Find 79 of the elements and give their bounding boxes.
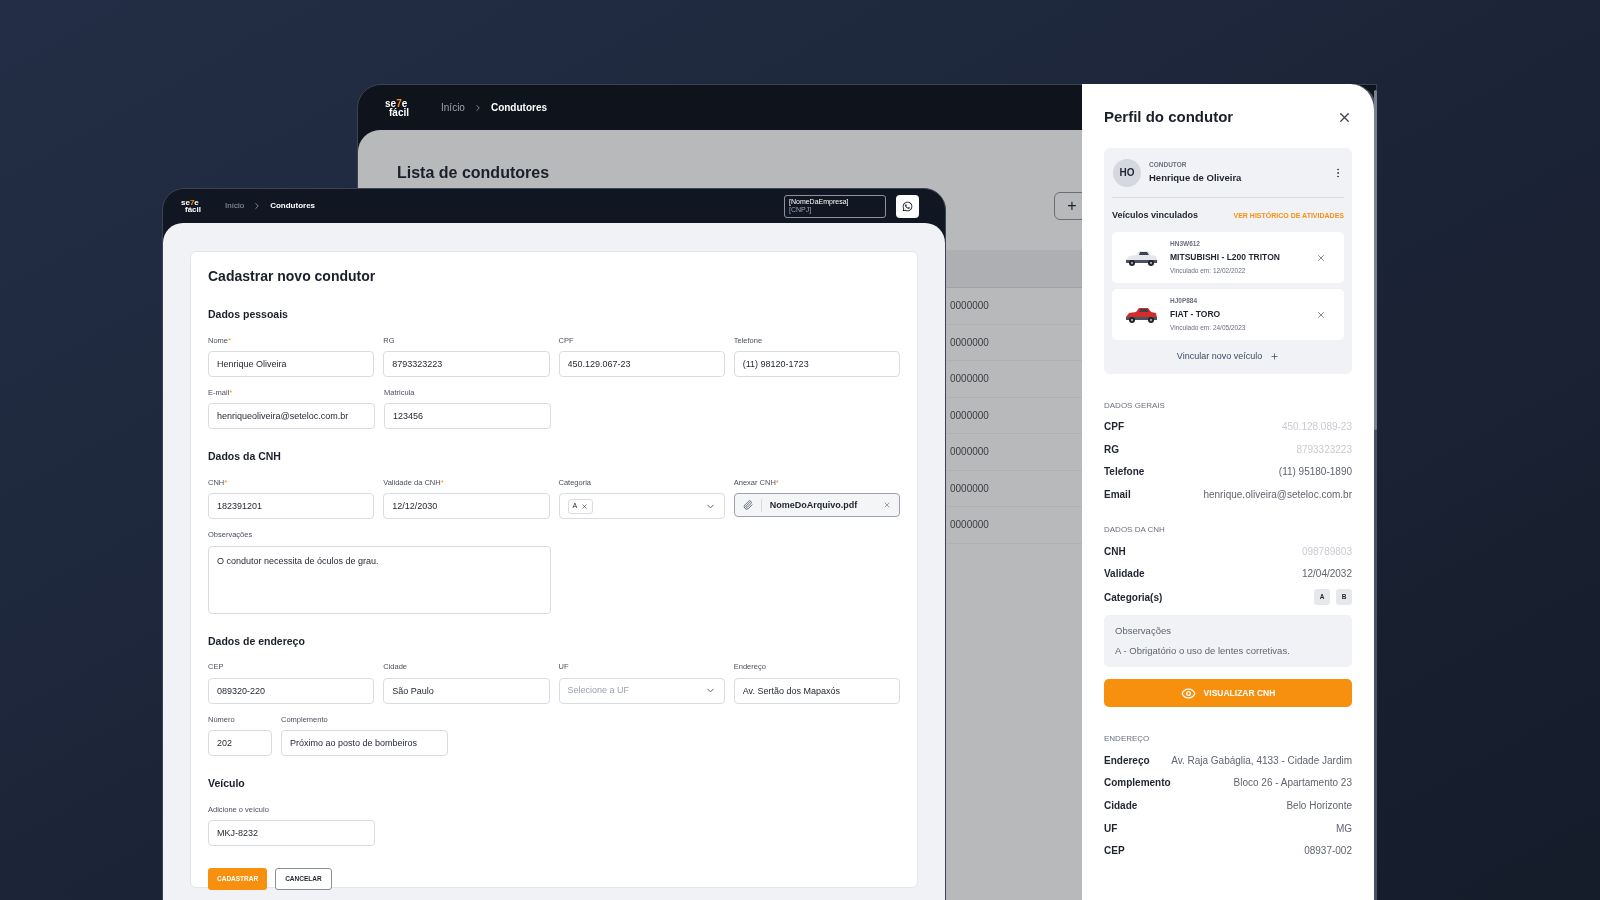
table-cell-text: 0000000 [950, 481, 989, 496]
input-field[interactable]: 089320-220 [208, 677, 375, 704]
link-vehicle-button[interactable]: Vincular novo veículo [1176, 350, 1280, 364]
info-label: UF [1104, 821, 1118, 836]
info-label: Telefone [1104, 465, 1145, 480]
breadcrumb-link[interactable]: Início [441, 100, 465, 115]
section-title: Dados pessoais [208, 307, 289, 322]
eye-icon [1180, 685, 1196, 701]
info-label: CNH [1104, 544, 1126, 559]
info-label: CPF [1104, 420, 1124, 435]
drawer-title: Perfil do condutor [1104, 106, 1234, 127]
whatsapp-button[interactable] [896, 194, 919, 218]
input-field[interactable]: Henrique Oliveira [208, 351, 375, 377]
input-field[interactable]: MKJ-8232 [208, 819, 375, 846]
info-value: 12/04/2032 [1301, 567, 1352, 582]
dropdown-placeholder: Selecione a UF [567, 683, 631, 697]
info-label: Categoria(s) [1104, 590, 1163, 605]
section-title: Veículo [208, 775, 246, 791]
vehicles-title: Veículos vinculados [1112, 209, 1199, 223]
avatar: HO [1113, 158, 1141, 187]
form-title: Cadastrar novo condutor [208, 267, 377, 286]
scrollbar[interactable] [1374, 90, 1377, 430]
table-cell-text: 0000000 [950, 518, 989, 533]
breadcrumb-link[interactable]: Condutores [270, 200, 316, 212]
logo: se7e fácil [181, 198, 201, 214]
info-label: CEP [1104, 844, 1125, 859]
table-cell-text: 0000000 [950, 408, 989, 423]
info-label: Endereço [1104, 753, 1150, 768]
plus-icon [1270, 352, 1280, 362]
file-field[interactable]: NomeDoArquivo.pdf [733, 493, 900, 518]
table-cell-text: 0000000 [950, 372, 989, 387]
section-heading: ENDEREÇO [1104, 733, 1151, 746]
input-field[interactable]: São Paulo [383, 677, 550, 704]
file-name: NomeDoArquivo.pdf [760, 498, 875, 512]
info-value: Bloco 26 - Apartamento 23 [1233, 776, 1352, 791]
input-field[interactable]: (11) 98120-1723 [733, 351, 900, 377]
vehicle-model: FIAT - TORO [1170, 308, 1222, 321]
breadcrumb-link[interactable]: Início [225, 200, 245, 212]
info-label: Cidade [1104, 799, 1138, 814]
input-field[interactable]: henriqueoliveira@seteloc.com.br [208, 403, 375, 430]
section-title: Dados de endereço [208, 633, 306, 649]
whatsapp-icon [902, 200, 913, 212]
input-field[interactable]: 202 [208, 729, 272, 756]
remove-icon[interactable] [581, 502, 589, 510]
logo: se7e fácil [385, 98, 409, 117]
section-heading: DADOS DA CNH [1104, 523, 1166, 536]
info-value: MG [1335, 821, 1352, 836]
input-field[interactable]: 123456 [384, 403, 551, 430]
remove-icon[interactable] [883, 501, 891, 510]
info-label: Complemento [1104, 776, 1171, 791]
input-field[interactable]: Próximo ao posto de bombeiros [281, 729, 448, 756]
info-value: Av. Raja Gabáglia, 4133 - Cidade Jardim [1171, 753, 1352, 768]
remove-icon[interactable] [1316, 252, 1326, 263]
info-value: Belo Horizonte [1286, 799, 1352, 814]
remove-icon[interactable] [1316, 309, 1326, 320]
input-field[interactable]: 450.129.067-23 [558, 351, 725, 377]
page-title: Lista de condutores [397, 163, 550, 183]
table-cell-text: 0000000 [950, 445, 989, 460]
input-field[interactable]: Av. Sertão dos Mapaxós [733, 677, 900, 704]
input-field[interactable]: 182391201 [208, 493, 375, 520]
breadcrumb-link[interactable]: Condutores [490, 100, 548, 115]
info-value: 08937-002 [1304, 844, 1352, 859]
input-field[interactable]: 12/12/2030 [383, 493, 550, 520]
info-value: henrique.oliveira@seteloc.com.br [1203, 488, 1352, 503]
info-value: (11) 95180-1890 [1278, 465, 1352, 480]
info-label: Email [1104, 488, 1131, 503]
table-cell-text: 0000000 [950, 335, 989, 350]
observations-text: A - Obrigatório o uso de lentes corretivas. [1115, 643, 1291, 658]
info-label: RG [1104, 442, 1119, 457]
textarea-field[interactable]: O condutor necessita de óculos de grau. [208, 545, 551, 614]
input-field[interactable]: 8793323223 [383, 351, 550, 377]
section-title: Dados da CNH [208, 449, 282, 465]
info-label: Validade [1104, 567, 1145, 582]
section-heading: DADOS GERAIS [1104, 399, 1166, 412]
table-cell-text: 0000000 [950, 299, 989, 314]
observations-title: Observações [1115, 624, 1172, 639]
driver-name: Henrique de Oliveira [1149, 171, 1243, 186]
vehicle-model: MITSUBISHI - L200 TRITON [1170, 251, 1281, 264]
paperclip-icon [742, 500, 753, 511]
